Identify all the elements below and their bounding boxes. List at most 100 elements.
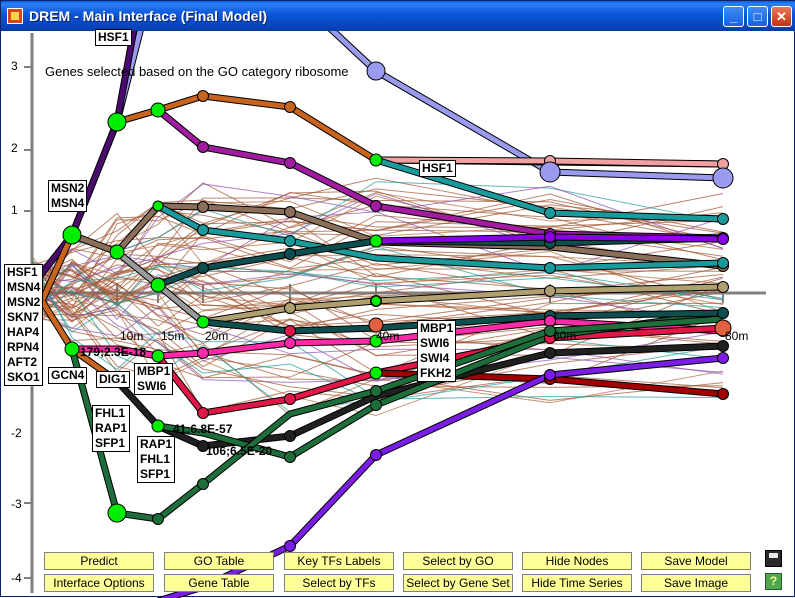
model-node[interactable] <box>197 201 209 213</box>
y-tick-label: -4 <box>11 571 22 585</box>
interface-options-button[interactable]: Interface Options <box>44 574 154 592</box>
tf-label-mbp1-group[interactable]: MBP1 SWI6 SWI4 FKH2 <box>417 320 457 382</box>
model-node[interactable] <box>197 262 209 274</box>
split-node[interactable] <box>64 341 80 357</box>
model-path-orange-upper <box>116 93 724 167</box>
model-node[interactable] <box>284 302 296 314</box>
window-title: DREM - Main Interface (Final Model) <box>29 8 268 24</box>
key-tfs-labels-button[interactable]: Key TFs Labels <box>284 552 394 570</box>
tf-label-msn[interactable]: MSN2 MSN4 <box>48 180 88 212</box>
model-node[interactable] <box>544 262 556 274</box>
drem-model-plot[interactable]: Genes selected based on the GO category … <box>1 29 795 598</box>
model-node[interactable] <box>284 235 296 247</box>
tf-label-gcn4[interactable]: GCN4 <box>48 367 88 384</box>
model-node[interactable] <box>717 233 729 245</box>
split-node[interactable] <box>62 225 82 245</box>
tf-label-mbp1-swi6[interactable]: MBP1 SWI6 <box>134 363 174 395</box>
model-node[interactable] <box>717 388 729 400</box>
model-node[interactable] <box>197 141 209 153</box>
model-node[interactable] <box>197 90 209 102</box>
model-node[interactable] <box>152 513 164 525</box>
app-icon <box>7 8 23 24</box>
node-annotation: 106;6.5E-20 <box>206 444 273 458</box>
model-node[interactable] <box>284 325 296 337</box>
model-node[interactable] <box>284 540 296 552</box>
model-node[interactable] <box>284 101 296 113</box>
x-tick-label: 60m <box>553 329 577 343</box>
select-by-go-button[interactable]: Select by GO <box>403 552 513 570</box>
x-tick-label: 15m <box>161 329 185 343</box>
save-model-button[interactable]: Save Model <box>641 552 751 570</box>
model-node[interactable] <box>197 224 209 236</box>
model-node[interactable] <box>717 281 729 293</box>
model-node[interactable] <box>544 347 556 359</box>
tf-label-dig1[interactable]: DIG1 <box>96 371 131 388</box>
tf-label-hsf1-top[interactable]: HSF1 <box>95 29 132 46</box>
model-node[interactable] <box>284 430 296 442</box>
split-node[interactable] <box>107 112 127 132</box>
split-node[interactable] <box>370 295 382 307</box>
model-node[interactable] <box>717 307 729 319</box>
split-node[interactable] <box>196 315 210 329</box>
tf-label-fhl1-group[interactable]: FHL1 RAP1 SFP1 <box>92 405 131 452</box>
model-node[interactable] <box>544 231 556 243</box>
model-node[interactable] <box>544 315 556 327</box>
maximize-button[interactable]: □ <box>747 6 768 27</box>
model-node[interactable] <box>370 385 382 397</box>
model-node[interactable] <box>284 337 296 349</box>
close-button[interactable]: ✕ <box>771 6 792 27</box>
model-node[interactable] <box>366 61 386 81</box>
predict-button[interactable]: Predict <box>44 552 154 570</box>
model-node[interactable] <box>717 213 729 225</box>
split-node[interactable] <box>107 503 127 523</box>
tf-label-rap1-group[interactable]: RAP1 FHL1 SFP1 <box>137 436 176 483</box>
node-annotation: 41;6.8E-57 <box>173 422 233 436</box>
model-node[interactable] <box>197 347 209 359</box>
hide-nodes-button[interactable]: Hide Nodes <box>522 552 632 570</box>
model-node[interactable] <box>717 352 729 364</box>
model-node[interactable] <box>539 161 561 183</box>
title-bar[interactable]: DREM - Main Interface (Final Model) _ □ … <box>1 1 795 31</box>
y-tick-label: 3 <box>11 59 18 73</box>
time-series-graph[interactable] <box>1 31 795 598</box>
model-path-purple-top <box>329 31 724 181</box>
model-node[interactable] <box>370 449 382 461</box>
floppy-disk-icon[interactable] <box>765 550 782 567</box>
select-by-gene-set-button[interactable]: Select by Gene Set <box>403 574 513 592</box>
model-node[interactable] <box>717 257 729 269</box>
y-tick-label: 1 <box>11 203 18 217</box>
model-node[interactable] <box>284 451 296 463</box>
tf-label-hsf1-right[interactable]: HSF1 <box>419 160 456 177</box>
gene-table-button[interactable]: Gene Table <box>164 574 274 592</box>
split-node[interactable] <box>369 234 383 248</box>
y-tick-label: -3 <box>11 497 22 511</box>
model-node[interactable] <box>544 369 556 381</box>
model-node[interactable] <box>544 207 556 219</box>
split-node[interactable] <box>369 366 383 380</box>
split-node[interactable] <box>151 349 165 363</box>
model-node[interactable] <box>197 478 209 490</box>
model-node[interactable] <box>370 200 382 212</box>
split-node[interactable] <box>150 277 166 293</box>
model-node[interactable] <box>712 167 734 189</box>
model-node[interactable] <box>370 399 382 411</box>
split-node[interactable] <box>369 153 383 167</box>
model-node[interactable] <box>284 157 296 169</box>
model-node[interactable] <box>284 248 296 260</box>
split-node[interactable] <box>151 419 165 433</box>
split-node[interactable] <box>109 244 125 260</box>
minimize-button[interactable]: _ <box>723 6 744 27</box>
go-table-button[interactable]: GO Table <box>164 552 274 570</box>
x-tick-label: 80m <box>725 329 749 343</box>
hide-time-series-button[interactable]: Hide Time Series <box>522 574 632 592</box>
split-node[interactable] <box>150 102 166 118</box>
tf-label-root[interactable]: HSF1 MSN4 MSN2 SKN7 HAP4 RPN4 AFT2 SKO1 <box>4 264 44 386</box>
model-node[interactable] <box>544 285 556 297</box>
select-by-tfs-button[interactable]: Select by TFs <box>284 574 394 592</box>
save-image-button[interactable]: Save Image <box>641 574 751 592</box>
model-node[interactable] <box>197 407 209 419</box>
split-node[interactable] <box>152 200 164 212</box>
model-node[interactable] <box>284 206 296 218</box>
help-question-icon[interactable]: ? <box>765 573 782 590</box>
model-node[interactable] <box>284 393 296 405</box>
